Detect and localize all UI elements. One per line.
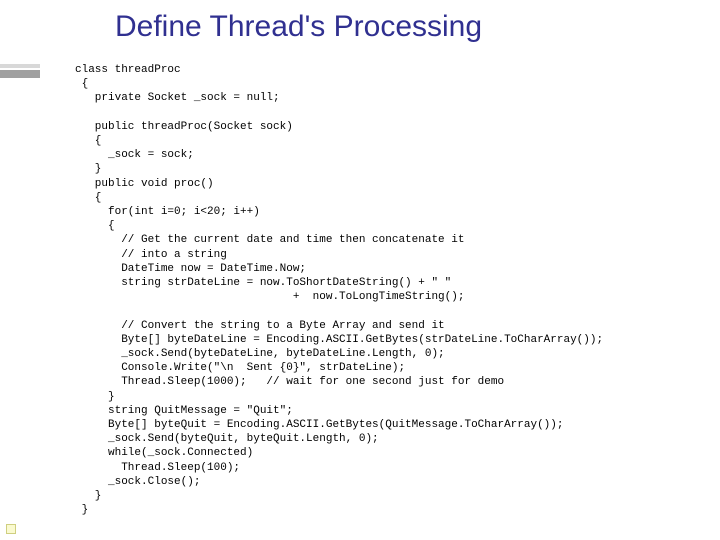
side-decoration (0, 70, 40, 78)
slide-title: Define Thread's Processing (115, 10, 482, 44)
corner-square-icon (6, 524, 16, 534)
code-block: class threadProc { private Socket _sock … (75, 63, 603, 518)
